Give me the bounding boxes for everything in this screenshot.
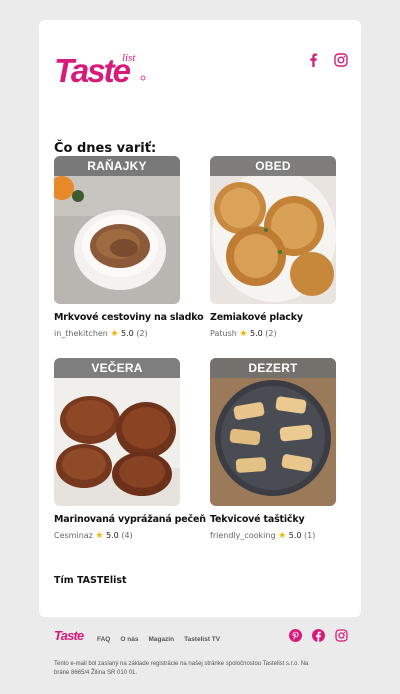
star-icon: ★ bbox=[239, 329, 248, 339]
footer-link-magazine[interactable]: Magazín bbox=[148, 636, 174, 643]
rating-count: (2) bbox=[265, 329, 277, 338]
recipe-card[interactable]: VEČERA Marinovaná vyprážaná pečeň Cesmin… bbox=[54, 358, 206, 541]
legal-text: Tento e-mail bol zaslaný na základe regi… bbox=[54, 661, 309, 676]
svg-text:Taste: Taste bbox=[54, 52, 131, 86]
rating-value: 5.0 bbox=[121, 329, 134, 338]
rating-count: (1) bbox=[304, 531, 316, 540]
recipe-image[interactable]: RAŇAJKY bbox=[54, 156, 180, 304]
recipe-meta: in_thekitchen ★ 5.0 (2) bbox=[54, 329, 180, 339]
recipe-title[interactable]: Tekvicové taštičky bbox=[210, 514, 336, 525]
facebook-icon[interactable] bbox=[307, 53, 320, 67]
author-name[interactable]: friendly_cooking bbox=[210, 531, 276, 540]
instagram-icon[interactable] bbox=[335, 629, 348, 642]
footer-link-about[interactable]: O nás bbox=[120, 636, 138, 643]
pinterest-icon[interactable] bbox=[289, 629, 302, 642]
recipe-card[interactable]: RAŇAJKY Mrkvové cestoviny na sladko in_t… bbox=[54, 156, 204, 339]
rating-count: (4) bbox=[121, 531, 133, 540]
author-name[interactable]: in_thekitchen bbox=[54, 329, 108, 338]
footer-link-tv[interactable]: Tastelist TV bbox=[184, 636, 220, 643]
email-card: Taste list Čo dnes variť: RAŇAJKY Mrkvov… bbox=[39, 20, 361, 617]
tastelist-logo[interactable]: Taste list bbox=[54, 50, 146, 86]
footer-nav: FAQ O nás Magazín Tastelist TV bbox=[97, 636, 220, 643]
star-icon: ★ bbox=[95, 531, 104, 541]
recipe-image[interactable]: DEZERT bbox=[210, 358, 336, 506]
social-links-bottom bbox=[289, 629, 348, 642]
star-icon: ★ bbox=[110, 329, 119, 339]
recipe-meta: friendly_cooking ★ 5.0 (1) bbox=[210, 531, 336, 541]
star-icon: ★ bbox=[278, 531, 287, 541]
recipe-title[interactable]: Zemiakové placky bbox=[210, 312, 336, 323]
category-label: RAŇAJKY bbox=[54, 156, 180, 176]
recipe-card[interactable]: DEZERT Tekvicové taštičky friendly_cooki… bbox=[210, 358, 336, 541]
recipe-image[interactable]: VEČERA bbox=[54, 358, 180, 506]
author-name[interactable]: Patush bbox=[210, 329, 237, 338]
recipe-meta: Cesminaz ★ 5.0 (4) bbox=[54, 531, 180, 541]
rating-value: 5.0 bbox=[288, 531, 302, 540]
rating-value: 5.0 bbox=[249, 329, 263, 338]
social-links-top bbox=[307, 53, 348, 67]
svg-text:Taste: Taste bbox=[54, 628, 84, 642]
recipe-title[interactable]: Mrkvové cestoviny na sladko bbox=[54, 312, 204, 323]
author-name[interactable]: Cesminaz bbox=[54, 531, 93, 540]
recipe-image[interactable]: OBED bbox=[210, 156, 336, 304]
signoff-text: Tím TASTElist bbox=[54, 575, 127, 586]
category-label: OBED bbox=[210, 156, 336, 176]
footer-logo[interactable]: Taste bbox=[54, 628, 88, 643]
rating-value: 5.0 bbox=[106, 531, 119, 540]
footer-link-faq[interactable]: FAQ bbox=[97, 636, 110, 643]
instagram-icon[interactable] bbox=[334, 53, 348, 67]
category-label: VEČERA bbox=[54, 358, 180, 378]
rating-count: (2) bbox=[136, 329, 148, 338]
recipe-title[interactable]: Marinovaná vyprážaná pečeň bbox=[54, 514, 206, 525]
category-label: DEZERT bbox=[210, 358, 336, 378]
section-heading: Čo dnes variť: bbox=[54, 141, 157, 156]
recipe-card[interactable]: OBED Zemiakové placky Patush ★ 5.0 (2) bbox=[210, 156, 336, 339]
recipe-meta: Patush ★ 5.0 (2) bbox=[210, 329, 336, 339]
facebook-icon[interactable] bbox=[312, 629, 325, 642]
svg-text:list: list bbox=[122, 52, 136, 64]
